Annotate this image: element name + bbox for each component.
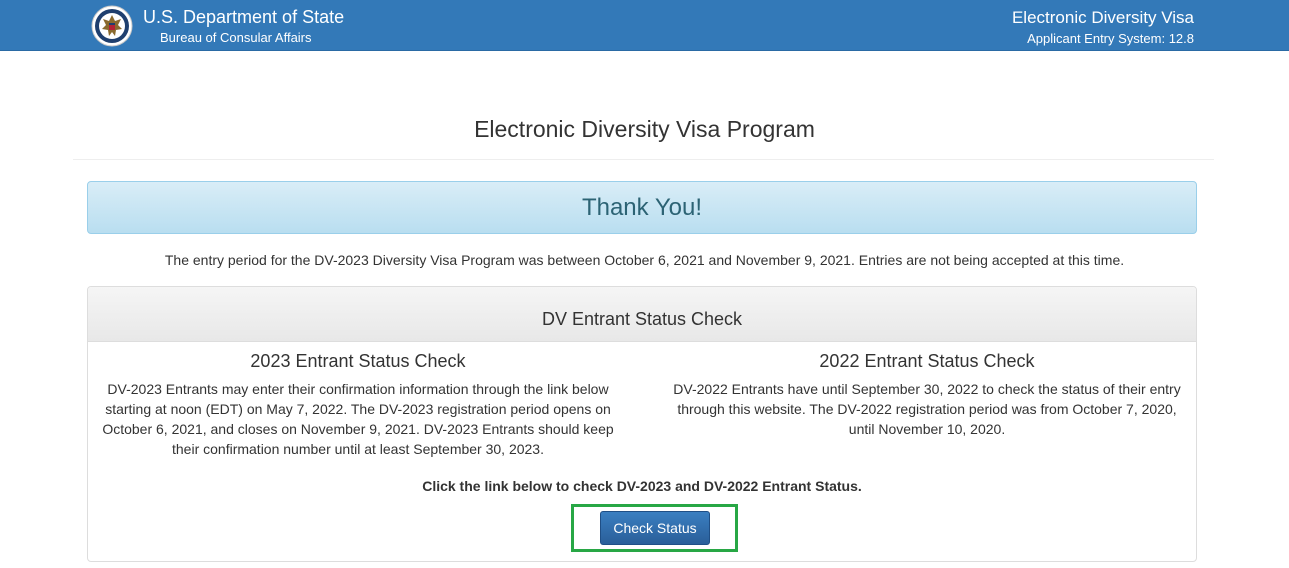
page-title: Electronic Diversity Visa Program bbox=[474, 116, 815, 142]
entry-period-notice: The entry period for the DV-2023 Diversi… bbox=[164, 252, 1125, 268]
thank-you-banner: Thank You! bbox=[87, 181, 1197, 234]
dv2023-description: DV-2023 Entrants may enter their confirm… bbox=[102, 381, 614, 457]
department-title[interactable]: U.S. Department of State bbox=[143, 7, 344, 28]
title-divider bbox=[73, 159, 1214, 160]
status-check-panel: DV Entrant Status Check 2023 Entrant Sta… bbox=[87, 286, 1197, 562]
check-status-button[interactable]: Check Status bbox=[600, 511, 710, 545]
state-department-seal-icon bbox=[91, 5, 133, 47]
dv2022-status-section: 2022 Entrant Status Check DV-2022 Entran… bbox=[657, 351, 1197, 439]
panel-header: DV Entrant Status Check bbox=[88, 287, 1196, 342]
site-header: U.S. Department of State Bureau of Consu… bbox=[0, 0, 1289, 51]
dv2023-status-section: 2023 Entrant Status Check DV-2023 Entran… bbox=[88, 351, 628, 459]
dv2022-heading: 2022 Entrant Status Check bbox=[819, 351, 1035, 371]
panel-title: DV Entrant Status Check bbox=[541, 309, 743, 329]
thank-you-text: Thank You! bbox=[581, 194, 703, 221]
system-title: Electronic Diversity Visa bbox=[1011, 8, 1194, 27]
dv2022-description: DV-2022 Entrants have until September 30… bbox=[673, 381, 1181, 437]
bureau-subtitle: Bureau of Consular Affairs bbox=[160, 30, 312, 45]
dv2023-heading: 2023 Entrant Status Check bbox=[250, 351, 466, 371]
check-status-instruction: Click the link below to check DV-2023 an… bbox=[422, 478, 862, 494]
system-version: Applicant Entry System: 12.8 bbox=[1027, 31, 1194, 46]
